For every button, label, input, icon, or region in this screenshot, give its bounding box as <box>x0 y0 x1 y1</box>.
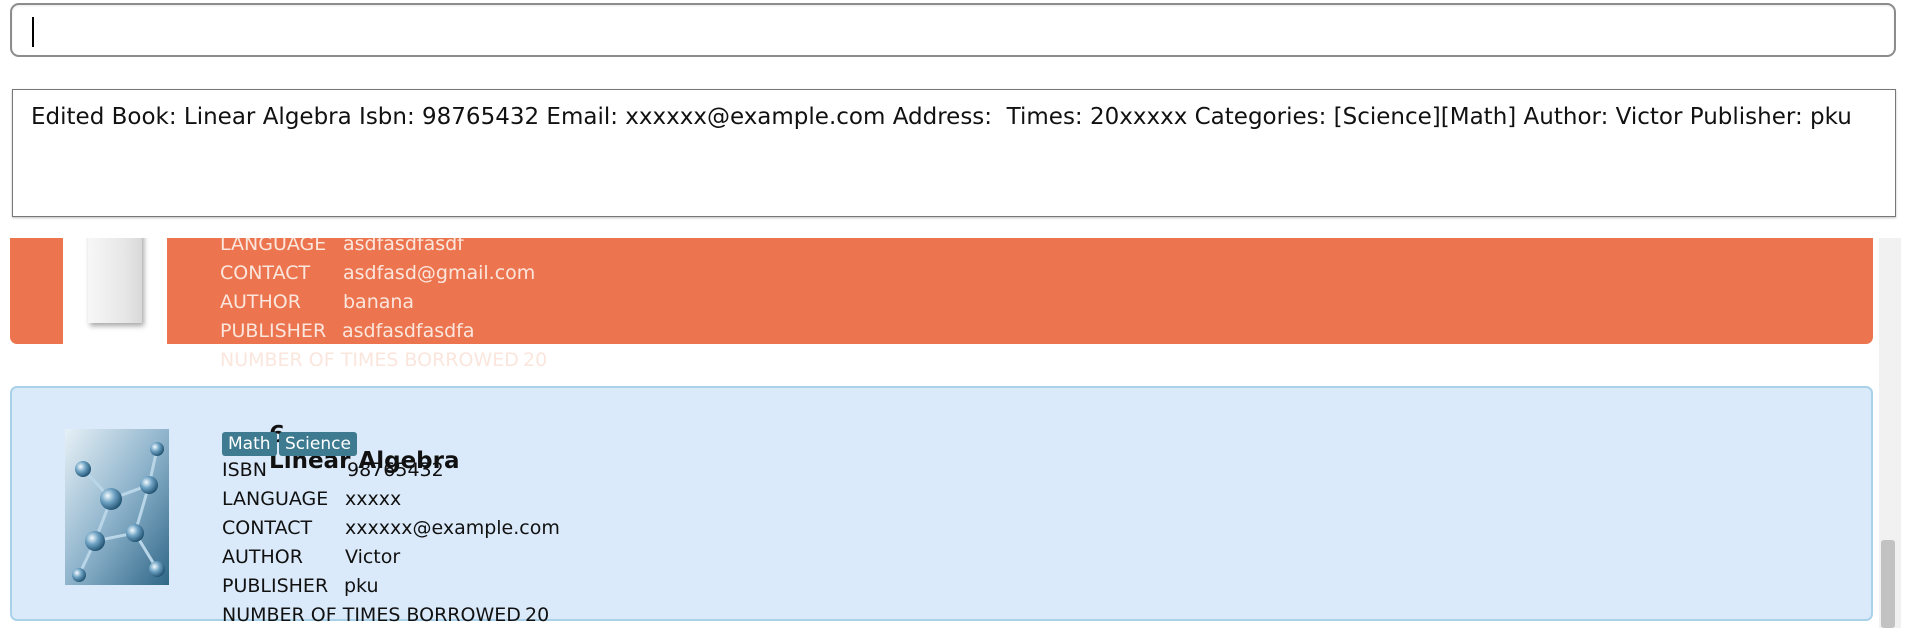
field-label-publisher: PUBLISHER <box>222 575 329 597</box>
book-list[interactable]: LANGUAGE asdfasdfasdf CONTACT asdfasd@gm… <box>0 238 1905 628</box>
field-label-publisher: PUBLISHER <box>220 320 327 342</box>
book-card-selected[interactable]: LANGUAGE asdfasdfasdf CONTACT asdfasd@gm… <box>10 238 1873 371</box>
field-label-contact: CONTACT <box>220 262 311 284</box>
book-cover-blank-icon <box>88 238 142 323</box>
field-value-contact: xxxxxx@example.com <box>345 517 560 539</box>
molecule-cover-icon <box>65 429 169 585</box>
field-value-publisher: pku <box>344 575 379 597</box>
result-message: Edited Book: Linear Algebra Isbn: 987654… <box>31 104 1852 130</box>
book-card[interactable]: 6. Linear Algebra Math Science ISBN 9876… <box>10 386 1873 626</box>
field-value-language: asdfasdfasdf <box>343 238 464 255</box>
field-value-author: banana <box>343 291 415 313</box>
field-value-contact: asdfasd@gmail.com <box>343 262 536 284</box>
scrollbar-thumb[interactable] <box>1881 540 1895 628</box>
field-value-author: Victor <box>345 546 401 568</box>
command-input[interactable] <box>30 9 1884 55</box>
field-value-borrowed: 20 <box>523 349 548 371</box>
field-label-author: AUTHOR <box>222 546 303 568</box>
field-label-isbn: ISBN <box>222 459 267 481</box>
field-value-publisher: asdfasdfasdfa <box>342 320 475 342</box>
text-caret <box>32 17 34 47</box>
field-label-language: LANGUAGE <box>220 238 327 255</box>
category-tag-science: Science <box>279 432 357 456</box>
result-display: Edited Book: Linear Algebra Isbn: 987654… <box>12 89 1896 217</box>
field-label-contact: CONTACT <box>222 517 313 539</box>
field-label-language: LANGUAGE <box>222 488 329 510</box>
command-box[interactable] <box>10 3 1896 57</box>
field-label-author: AUTHOR <box>220 291 301 313</box>
field-value-language: xxxxx <box>345 488 402 510</box>
field-value-borrowed: 20 <box>525 604 550 626</box>
field-value-isbn: 98765432 <box>347 459 444 481</box>
field-label-borrowed: NUMBER OF TIMES BORROWED <box>222 604 521 626</box>
category-tag-math: Math <box>222 432 277 456</box>
field-label-borrowed: NUMBER OF TIMES BORROWED <box>220 349 519 371</box>
